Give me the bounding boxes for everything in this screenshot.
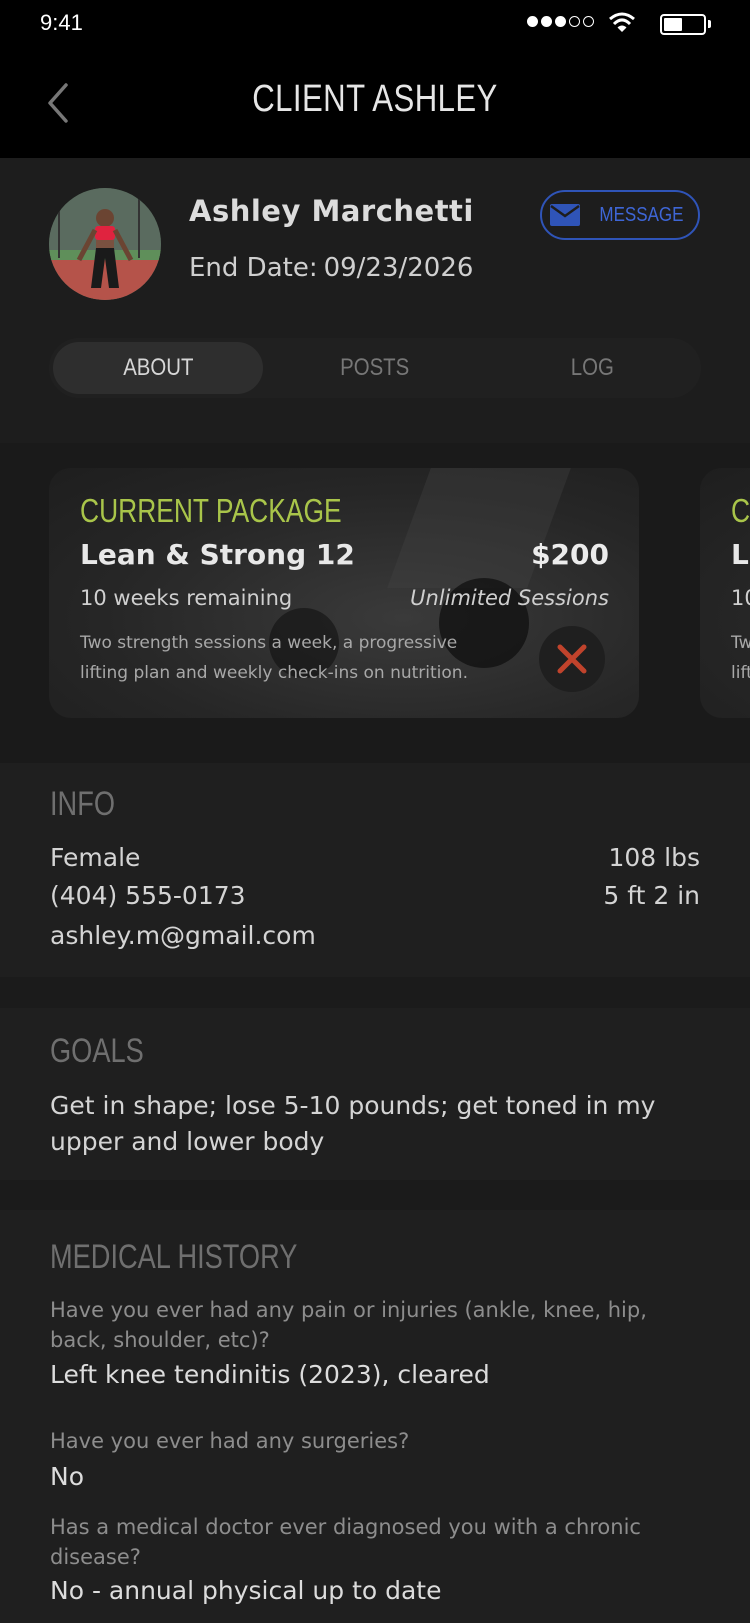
medical-answer: Left knee tendinitis (2023), cleared [50, 1360, 490, 1389]
goals-text: Get in shape; lose 5-10 pounds; get tone… [50, 1091, 656, 1156]
end-date-value: 09/23/2026 [323, 253, 474, 283]
envelope-icon [549, 204, 580, 226]
package-card[interactable]: CURRENT PACKAGE Lean & Strong 12 $200 10… [49, 468, 639, 718]
tab-posts[interactable]: POSTS [270, 342, 480, 394]
chevron-left-icon [48, 83, 68, 123]
package-price: $200 [531, 538, 609, 571]
info-title: INFO [50, 785, 115, 823]
status-bar: 9:41 [0, 0, 750, 48]
package-sessions: Unlimited Sessions [410, 586, 609, 610]
avatar[interactable] [49, 188, 161, 300]
close-icon [557, 644, 587, 674]
medical-question: Have you ever had any pain or injuries (… [50, 1298, 647, 1352]
package-description: Two strength sessions a week, a progress… [731, 633, 750, 683]
medical-answer: No - annual physical up to date [50, 1576, 442, 1605]
phone-number[interactable]: (404) 555-0173 [50, 881, 246, 910]
tab-about[interactable]: ABOUT [53, 342, 263, 394]
medical-history-title: MEDICAL HISTORY [50, 1238, 298, 1276]
status-time: 9:41 [40, 10, 83, 35]
package-name: Lean & Strong 12 [80, 538, 355, 571]
cancel-package-button[interactable] [539, 626, 605, 692]
end-date-label: End Date: [189, 253, 318, 283]
client-name: Ashley Marchetti [189, 194, 474, 228]
wifi-icon [609, 12, 635, 32]
package-label: CURRENT PACKAGE [731, 492, 750, 529]
goals-title: GOALS [50, 1032, 144, 1070]
battery-icon [660, 14, 706, 35]
tab-log[interactable]: LOG [487, 342, 697, 394]
height: 5 ft 2 in [603, 881, 700, 910]
profile-header: Ashley Marchetti End Date: 09/23/2026 MES… [0, 158, 750, 443]
medical-question: Have you ever had any surgeries? [50, 1429, 410, 1453]
gender: Female [50, 843, 141, 872]
weight: 108 lbs [608, 843, 700, 872]
end-date: End Date: 09/23/2026 [189, 253, 473, 283]
goals-section: GOALS Get in shape; lose 5-10 pounds; ge… [0, 1008, 750, 1180]
page-title: CLIENT ASHLEY [252, 78, 498, 120]
tab-bar: ABOUT POSTS LOG [49, 338, 701, 398]
signal-strength-icon [527, 16, 594, 27]
medical-answer: No [50, 1462, 84, 1491]
message-button[interactable]: MESSAGE [540, 190, 700, 240]
package-label: CURRENT PACKAGE [80, 492, 342, 529]
package-carousel[interactable]: CURRENT PACKAGE Lean & Strong 12 $200 10… [0, 443, 750, 763]
medical-history-section: MEDICAL HISTORY Have you ever had any pa… [0, 1210, 750, 1623]
medical-question: Has a medical doctor ever diagnosed you … [50, 1515, 641, 1569]
package-card-next[interactable]: CURRENT PACKAGE Lean & Strong 12 10 week… [700, 468, 750, 718]
package-remaining: 10 weeks remaining [80, 586, 293, 610]
info-section: INFO Female (404) 555-0173 ashley.m@gmai… [0, 763, 750, 977]
navigation-bar: CLIENT ASHLEY [0, 48, 750, 158]
email-address[interactable]: ashley.m@gmail.com [50, 921, 316, 950]
package-name: Lean & Strong 12 [731, 538, 750, 571]
package-description: Two strength sessions a week, a progress… [80, 633, 468, 683]
package-remaining: 10 weeks remaining [731, 586, 750, 610]
message-label: MESSAGE [598, 203, 684, 226]
